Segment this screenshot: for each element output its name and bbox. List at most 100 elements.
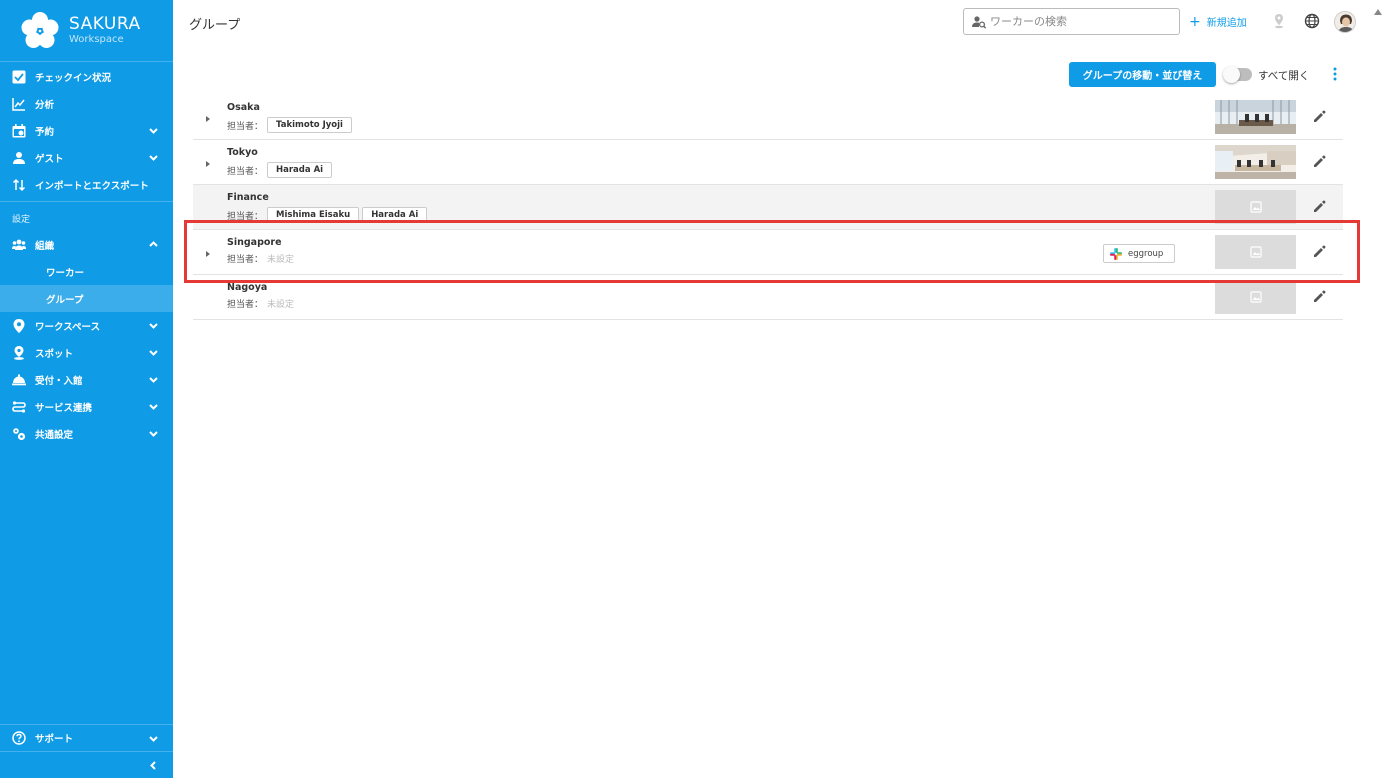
- chevron-down-icon: [148, 320, 159, 331]
- sidebar-item-label: チェックイン状況: [35, 72, 112, 84]
- group-name: Singapore: [227, 237, 282, 248]
- manager-unset: 未設定: [267, 300, 295, 310]
- user-avatar[interactable]: [1334, 11, 1356, 33]
- sidebar-item-checkin[interactable]: チェックイン状況: [0, 63, 173, 90]
- main-nav: チェックイン状況 分析 予約 ゲスト インポートとエクスポート 設定 組織 ワー…: [0, 62, 173, 447]
- manager-chip: Harada Ai: [362, 207, 428, 223]
- sidebar-item-label: 分析: [35, 99, 55, 111]
- manager-chip: Takimoto Jyoji: [267, 117, 352, 133]
- person-search-icon: [972, 15, 987, 29]
- expand-caret-icon[interactable]: [204, 112, 212, 122]
- edit-pencil-icon[interactable]: [1312, 154, 1327, 169]
- integration-label: eggroup: [1128, 248, 1164, 259]
- sidebar-item-service-link[interactable]: サービス連携: [0, 393, 173, 420]
- sidebar-item-label: 組織: [35, 240, 55, 252]
- sidebar-item-reservation[interactable]: 予約: [0, 117, 173, 144]
- move-sort-groups-button[interactable]: グループの移動・並び替え: [1069, 62, 1216, 87]
- checkbox-icon: [12, 70, 26, 84]
- edit-pencil-icon[interactable]: [1312, 244, 1327, 259]
- chevron-down-icon: [148, 428, 159, 439]
- sidebar-item-import-export[interactable]: インポートとエクスポート: [0, 171, 173, 198]
- group-photo-placeholder: [1215, 190, 1296, 224]
- sidebar-bottom: サポート: [0, 724, 173, 778]
- group-name: Tokyo: [227, 147, 258, 158]
- manager-chip: Mishima Eisaku: [267, 207, 360, 223]
- edit-pencil-icon[interactable]: [1312, 289, 1327, 304]
- group-photo-placeholder: [1215, 280, 1296, 314]
- image-placeholder-icon: [1250, 201, 1262, 213]
- manager-label: 担当者：: [227, 166, 264, 177]
- collapse-sidebar-button[interactable]: [0, 751, 173, 778]
- reception-icon: [12, 373, 26, 387]
- location-pin-icon[interactable]: [1270, 12, 1288, 30]
- brand-name: SAKURA: [69, 14, 141, 34]
- group-row[interactable]: Osaka 担当者： Takimoto Jyoji: [193, 95, 1343, 140]
- group-photo-placeholder: [1215, 235, 1296, 269]
- expand-caret-icon[interactable]: [204, 247, 212, 257]
- manager-line: 担当者： 未設定: [227, 297, 294, 310]
- header: グループ + 新規追加: [173, 0, 1384, 44]
- toggle-knob: [1223, 66, 1240, 83]
- sidebar-item-label: ゲスト: [35, 153, 64, 165]
- more-vert-icon[interactable]: [1330, 66, 1340, 82]
- image-placeholder-icon: [1250, 291, 1262, 303]
- sidebar-item-workspace[interactable]: ワークスペース: [0, 312, 173, 339]
- sidebar-item-reception[interactable]: 受付・入館: [0, 366, 173, 393]
- sidebar-item-spot[interactable]: スポット: [0, 339, 173, 366]
- chevron-down-icon: [148, 401, 159, 412]
- worker-search[interactable]: [963, 8, 1180, 35]
- sidebar-item-label: 予約: [35, 126, 55, 138]
- group-row[interactable]: Singapore 担当者： 未設定 eggroup: [193, 230, 1343, 275]
- group-row[interactable]: Nagoya 担当者： 未設定: [193, 275, 1343, 320]
- manager-unset: 未設定: [267, 255, 295, 265]
- edit-pencil-icon[interactable]: [1312, 109, 1327, 124]
- manager-label: 担当者：: [227, 121, 264, 132]
- manager-label: 担当者：: [227, 211, 264, 222]
- sidebar-item-analytics[interactable]: 分析: [0, 90, 173, 117]
- group-name: Osaka: [227, 102, 260, 113]
- sidebar-item-label: 受付・入館: [35, 375, 83, 387]
- expand-caret-icon[interactable]: [204, 157, 212, 167]
- sidebar-item-label: サービス連携: [35, 402, 93, 414]
- add-new-label: 新規追加: [1206, 18, 1247, 29]
- chevron-down-icon: [148, 347, 159, 358]
- chevron-up-icon: [148, 239, 159, 250]
- search-input[interactable]: [990, 15, 1160, 28]
- slack-icon: [1110, 247, 1122, 260]
- sidebar-item-label: インポートとエクスポート: [35, 180, 149, 192]
- brand[interactable]: SAKURA Workspace: [0, 0, 173, 62]
- add-new-button[interactable]: + 新規追加: [1189, 14, 1247, 30]
- manager-chip: Harada Ai: [267, 162, 333, 178]
- group-photo: [1215, 100, 1296, 134]
- sidebar: SAKURA Workspace チェックイン状況 分析 予約 ゲスト インポー…: [0, 0, 173, 778]
- spot-pin-icon: [12, 345, 26, 360]
- settings-gears-icon: [12, 427, 26, 441]
- expand-all-toggle[interactable]: [1223, 66, 1252, 83]
- sidebar-subitem-worker[interactable]: ワーカー: [0, 258, 173, 285]
- group-list: Osaka 担当者： Takimoto Jyoji Tokyo 担当者： Har…: [193, 95, 1343, 320]
- location-pin-icon: [12, 318, 26, 333]
- sidebar-item-organization[interactable]: 組織: [0, 231, 173, 258]
- brand-sub: Workspace: [69, 34, 124, 45]
- chevron-left-icon: [148, 760, 159, 771]
- sidebar-item-common-settings[interactable]: 共通設定: [0, 420, 173, 447]
- chevron-down-icon: [148, 374, 159, 385]
- group-row[interactable]: Tokyo 担当者： Harada Ai: [193, 140, 1343, 185]
- calendar-icon: [12, 123, 26, 138]
- manager-line: 担当者： 未設定: [227, 252, 294, 265]
- scroll-up-arrow-icon[interactable]: [1374, 4, 1382, 15]
- organization-icon: [12, 238, 26, 252]
- sidebar-item-label: 共通設定: [35, 429, 74, 441]
- sidebar-item-guest[interactable]: ゲスト: [0, 144, 173, 171]
- divider: [0, 201, 173, 202]
- settings-section-label: 設定: [12, 215, 31, 225]
- globe-icon[interactable]: [1303, 12, 1321, 30]
- sidebar-subitem-group[interactable]: グループ: [0, 285, 173, 312]
- help-circle-icon: [12, 731, 26, 745]
- slack-integration-chip[interactable]: eggroup: [1103, 244, 1175, 263]
- group-row[interactable]: Finance 担当者： Mishima Eisaku Harada Ai: [193, 185, 1343, 230]
- edit-pencil-icon[interactable]: [1312, 199, 1327, 214]
- sidebar-item-support[interactable]: サポート: [0, 724, 173, 751]
- group-photo: [1215, 145, 1296, 179]
- sidebar-item-label: サポート: [35, 734, 74, 745]
